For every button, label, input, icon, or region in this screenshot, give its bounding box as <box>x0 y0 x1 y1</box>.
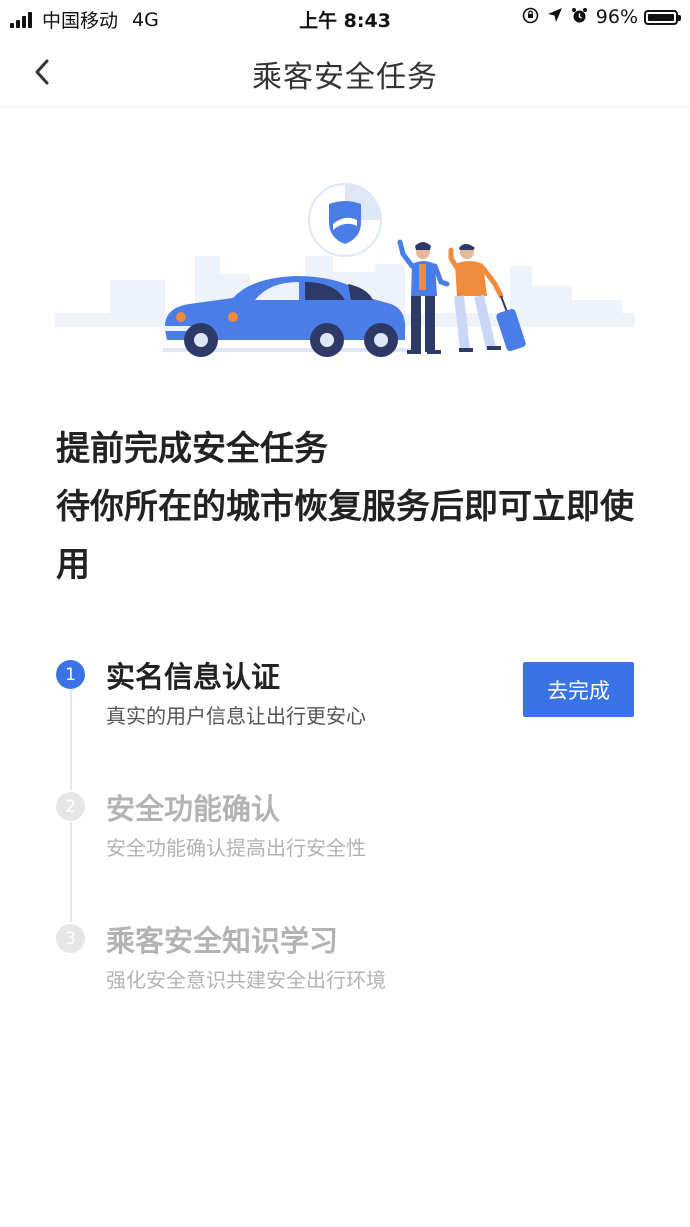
person-blue-illustration <box>397 239 450 354</box>
step-number-badge: 2 <box>56 792 85 821</box>
step-description: 安全功能确认提高出行安全性 <box>106 836 366 860</box>
status-right: 96% <box>514 6 681 28</box>
status-bar: 中国移动 4G 上午 8:43 96% <box>0 0 690 36</box>
step-number-badge: 3 <box>56 924 85 953</box>
battery-percent: 96% <box>595 6 638 28</box>
shield-badge <box>308 183 382 257</box>
headline-line-1: 提前完成安全任务 <box>56 429 328 469</box>
headline-line-2: 待你所在的城市恢复服务后即可立即使用 <box>56 487 634 585</box>
battery-icon <box>644 9 681 25</box>
nav-bar: 乘客安全任务 <box>0 36 690 107</box>
step-description: 强化安全意识共建安全出行环境 <box>106 968 386 992</box>
step-safety-knowledge-learning: 3 乘客安全知识学习 强化安全意识共建安全出行环境 <box>56 914 636 1004</box>
step-title: 安全功能确认 <box>106 792 281 826</box>
orientation-lock-icon <box>522 7 539 28</box>
headline: 提前完成安全任务 待你所在的城市恢复服务后即可立即使用 <box>56 420 636 594</box>
step-safety-feature-confirmation: 2 安全功能确认 安全功能确认提高出行安全性 <box>56 782 636 872</box>
step-title: 乘客安全知识学习 <box>106 924 339 958</box>
page-title: 乘客安全任务 <box>252 60 438 95</box>
location-arrow-icon <box>547 7 563 27</box>
step-title: 实名信息认证 <box>106 660 281 694</box>
hero-illustration <box>55 183 635 357</box>
step-number-badge: 1 <box>56 660 85 689</box>
complete-task-button[interactable]: 去完成 <box>523 662 634 717</box>
step-description: 真实的用户信息让出行更安心 <box>106 704 366 728</box>
alarm-icon <box>571 7 588 28</box>
